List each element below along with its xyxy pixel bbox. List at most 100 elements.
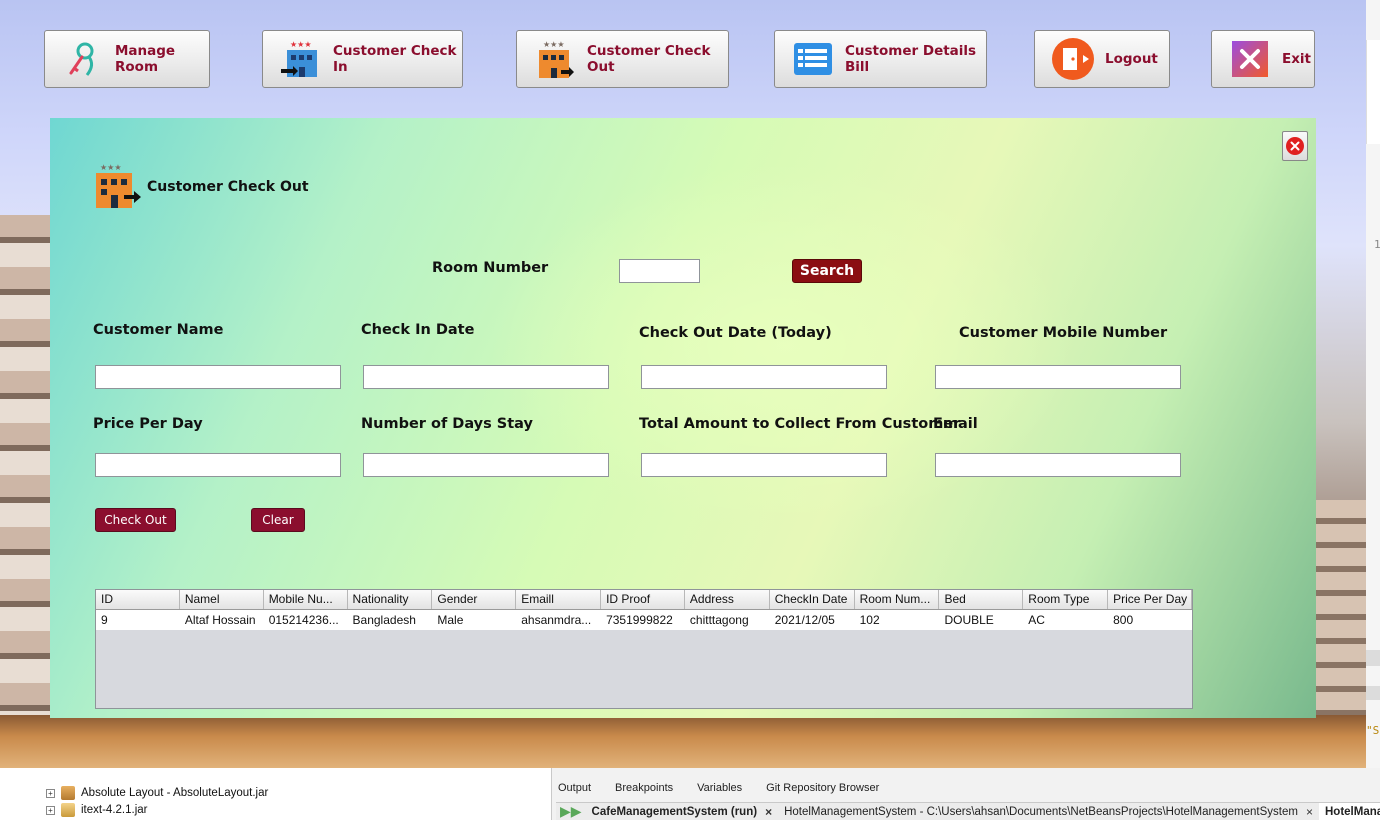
exit-button[interactable]: Exit — [1211, 30, 1315, 88]
manage-room-button[interactable]: Manage Room — [44, 30, 210, 88]
exit-label: Exit — [1282, 51, 1312, 67]
table-column-header[interactable]: ID Proof — [601, 590, 685, 609]
table-column-header[interactable]: Namel — [180, 590, 264, 609]
table-cell: Bangladesh — [352, 613, 416, 627]
background-ground — [0, 715, 1366, 768]
check-in-label: Customer Check In — [333, 43, 457, 75]
exit-x-icon — [1228, 37, 1272, 81]
total-amount-label: Total Amount to Collect From Customer — [639, 416, 961, 432]
ide-editor-edge: 1 "S — [1366, 0, 1380, 768]
table-column-header[interactable]: Address — [685, 590, 770, 609]
mobile-number-field[interactable] — [935, 365, 1181, 389]
manage-room-label: Manage Room — [115, 43, 176, 75]
clear-button[interactable]: Clear — [251, 508, 305, 532]
table-cell: 800 — [1113, 613, 1134, 627]
total-amount-field[interactable] — [641, 453, 887, 477]
price-per-day-field[interactable] — [95, 453, 341, 477]
customer-check-in-button[interactable]: ★★★ Customer Check In — [262, 30, 463, 88]
details-bill-label: Customer Details Bill — [845, 43, 977, 75]
search-button[interactable]: Search — [792, 259, 862, 283]
table-cell: 7351999822 — [606, 613, 673, 627]
output-tabs: Output Breakpoints Variables Git Reposit… — [558, 782, 879, 794]
run-tab-label: CafeManagementSystem (run) — [591, 805, 758, 818]
check-out-label: Customer Check Out — [587, 43, 711, 75]
close-icon[interactable]: × — [1306, 803, 1313, 820]
table-column-header[interactable]: Room Type — [1023, 590, 1109, 609]
key-icon — [61, 37, 105, 81]
table-cell: AC — [1028, 613, 1045, 627]
table-row[interactable]: 9 Altaf Hossain 015214236... Bangladesh Male… — [96, 610, 1192, 630]
project-item-itext[interactable]: + itext-4.2.1.jar — [46, 803, 147, 817]
table-column-header[interactable]: Gender — [432, 590, 517, 609]
run-tabs-bar: ▶▶ CafeManagementSystem (run) × HotelMana… — [556, 802, 1380, 820]
table-column-header[interactable]: ID — [96, 590, 180, 609]
ide-scroll-marker-2 — [1366, 686, 1380, 700]
mobile-number-label: Customer Mobile Number — [959, 325, 1168, 341]
table-cell: chitttagong — [689, 613, 749, 627]
run-play-icon[interactable]: ▶▶ — [556, 803, 586, 820]
ide-bottom-panel: + Absolute Layout - AbsoluteLayout.jar +… — [0, 768, 1380, 820]
table-column-header[interactable]: Emaill — [516, 590, 602, 609]
check-in-date-field[interactable] — [363, 365, 609, 389]
customer-details-bill-button[interactable]: Customer Details Bill — [774, 30, 987, 88]
table-column-header[interactable]: Nationality — [348, 590, 433, 609]
customer-name-label: Customer Name — [93, 322, 224, 338]
dialog-title: Customer Check Out — [147, 179, 309, 195]
logout-icon — [1051, 37, 1095, 81]
days-stay-field[interactable] — [363, 453, 609, 477]
expand-icon[interactable]: + — [46, 805, 55, 815]
room-number-label: Room Number — [432, 260, 549, 276]
table-cell: 015214236... — [268, 613, 339, 627]
email-label: Email — [933, 416, 978, 432]
table-column-header[interactable]: Mobile Nu... — [264, 590, 348, 609]
hotel-checkin-icon: ★★★ — [279, 37, 323, 81]
customer-table[interactable]: ID Namel Mobile Nu... Nationality Gender Emai… — [95, 589, 1193, 709]
table-cell: Altaf Hossain — [184, 613, 256, 627]
table-cell: Male — [437, 613, 464, 627]
ide-code-fragment: "S — [1366, 724, 1380, 737]
check-out-button[interactable]: Check Out — [95, 508, 176, 532]
tab-git-repository-browser[interactable]: Git Repository Browser — [766, 782, 879, 794]
table-column-header[interactable]: Price Per Day — [1108, 590, 1192, 609]
check-out-date-field[interactable] — [641, 365, 887, 389]
run-tab-hotel[interactable]: HotelManagementSystem - C:\Users\ahsan\D… — [778, 803, 1319, 820]
svg-text:★★★: ★★★ — [100, 163, 122, 172]
customer-check-out-button[interactable]: ★★★ Customer Check Out — [516, 30, 729, 88]
table-column-header[interactable]: Bed — [939, 590, 1024, 609]
check-out-dialog: ★★★ Customer Check Out Room Number Searc… — [50, 118, 1316, 718]
table-cell: ahsanmdra... — [521, 613, 592, 627]
jar-icon — [61, 803, 75, 817]
customer-name-field[interactable] — [95, 365, 341, 389]
ide-editor-strip — [1366, 40, 1380, 144]
table-cell: 9 — [101, 613, 108, 627]
dialog-close-button[interactable] — [1282, 131, 1308, 161]
run-tab-hotel-active[interactable]: HotelManage — [1318, 802, 1380, 820]
project-item-absolute-layout[interactable]: + Absolute Layout - AbsoluteLayout.jar — [46, 786, 268, 800]
table-column-header[interactable]: Room Num... — [855, 590, 940, 609]
logout-label: Logout — [1105, 51, 1158, 67]
room-number-input[interactable] — [619, 259, 700, 283]
expand-icon[interactable]: + — [46, 788, 55, 798]
run-tab-cafe[interactable]: CafeManagementSystem (run) × — [586, 803, 779, 820]
close-icon — [1286, 137, 1304, 155]
logout-button[interactable]: Logout — [1034, 30, 1170, 88]
background-building-left — [0, 215, 55, 725]
table-cell: 102 — [859, 613, 880, 627]
jar-icon — [61, 786, 75, 800]
email-field[interactable] — [935, 453, 1181, 477]
tab-output[interactable]: Output — [558, 782, 591, 794]
hotel-checkout-icon: ★★★ — [533, 37, 577, 81]
svg-text:★★★: ★★★ — [543, 40, 565, 49]
project-tree: + Absolute Layout - AbsoluteLayout.jar +… — [0, 768, 552, 820]
hotel-app-background: Manage Room ★★★ Customer Check In ★★★ Cu… — [0, 0, 1366, 768]
price-per-day-label: Price Per Day — [93, 416, 203, 432]
table-header: ID Namel Mobile Nu... Nationality Gender Emai… — [96, 590, 1192, 610]
tab-variables[interactable]: Variables — [697, 782, 742, 794]
check-in-date-label: Check In Date — [361, 322, 475, 338]
table-column-header[interactable]: CheckIn Date — [770, 590, 855, 609]
svg-text:★★★: ★★★ — [290, 40, 312, 49]
tab-breakpoints[interactable]: Breakpoints — [615, 782, 673, 794]
table-body: 9 Altaf Hossain 015214236... Bangladesh Male… — [96, 610, 1192, 630]
close-icon[interactable]: × — [765, 803, 772, 820]
table-cell: 2021/12/05 — [774, 613, 835, 627]
